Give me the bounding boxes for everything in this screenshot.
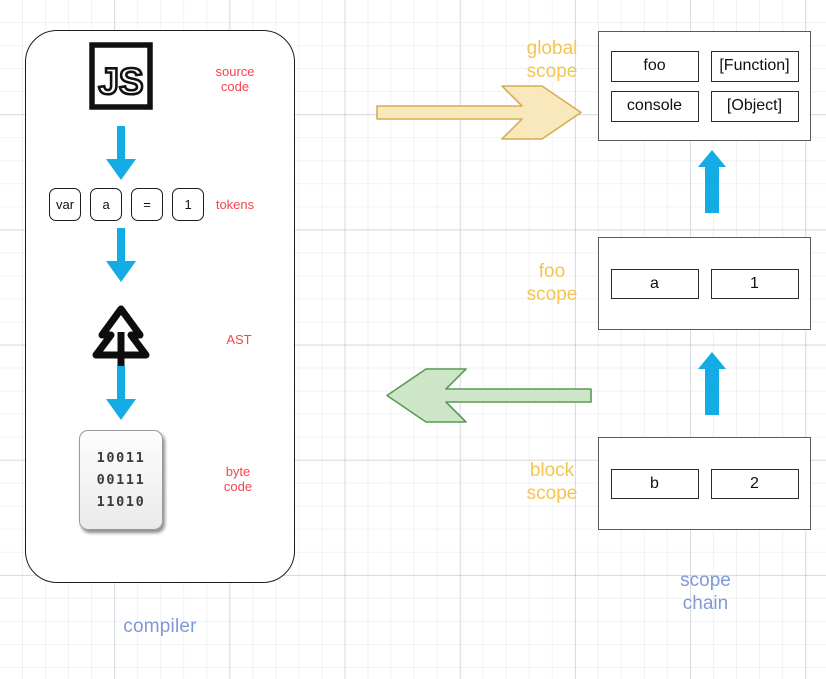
token-box: = <box>131 188 164 221</box>
pine-tree-icon <box>90 305 152 371</box>
bytecode-line: 00111 <box>96 472 146 488</box>
ast-label: AST <box>226 332 252 347</box>
foo-scope-label: foo scope <box>526 261 578 305</box>
tokens-label: tokens <box>215 197 255 212</box>
global-scope-box: foo [Function] console [Object] <box>598 31 811 141</box>
block-scope-box: b 2 <box>598 437 811 530</box>
token-box: var <box>49 188 82 221</box>
scope-chain-section-label: scope chain <box>680 570 731 614</box>
scope-entry-key: a <box>610 268 699 299</box>
scope-chain-up-arrow-global <box>697 150 727 213</box>
pipeline-down-arrow-1 <box>104 126 138 182</box>
tokens-row: var a = 1 <box>49 188 205 221</box>
scope-entry-key: b <box>610 468 699 499</box>
svg-text:JS: JS <box>98 61 143 102</box>
right-arrow <box>376 85 582 140</box>
bytecode-box: 10011 00111 11010 <box>79 430 163 530</box>
foo-scope-box: a 1 <box>598 237 811 330</box>
source-code-label: source code <box>215 64 255 94</box>
bytecode-line: 10011 <box>96 450 146 466</box>
block-scope-label: block scope <box>526 460 578 504</box>
bytecode-line: 11010 <box>96 494 146 510</box>
scope-entry-value: 1 <box>710 268 799 299</box>
scope-entry-value: 2 <box>710 468 799 499</box>
js-logo-icon: JS <box>89 42 153 116</box>
left-arrow <box>386 368 592 423</box>
scope-entry-key: foo <box>610 50 699 82</box>
token-box: a <box>90 188 123 221</box>
scope-entry-value: [Function] <box>710 50 799 82</box>
diagram-canvas: JS var a = 1 10011 00111 11010 source co… <box>0 0 826 679</box>
bytecode-label: byte code <box>223 464 253 494</box>
scope-chain-up-arrow-foo <box>697 352 727 415</box>
scope-entry-key: console <box>610 90 699 122</box>
scope-entry-value: [Object] <box>710 90 799 122</box>
scope-entry-row: console [Object] <box>610 90 799 122</box>
compiler-section-label: compiler <box>123 616 197 637</box>
global-scope-label: global scope <box>526 38 578 82</box>
scope-entry-row: foo [Function] <box>610 50 799 82</box>
pipeline-down-arrow-2 <box>104 228 138 284</box>
pipeline-down-arrow-3 <box>104 366 138 422</box>
